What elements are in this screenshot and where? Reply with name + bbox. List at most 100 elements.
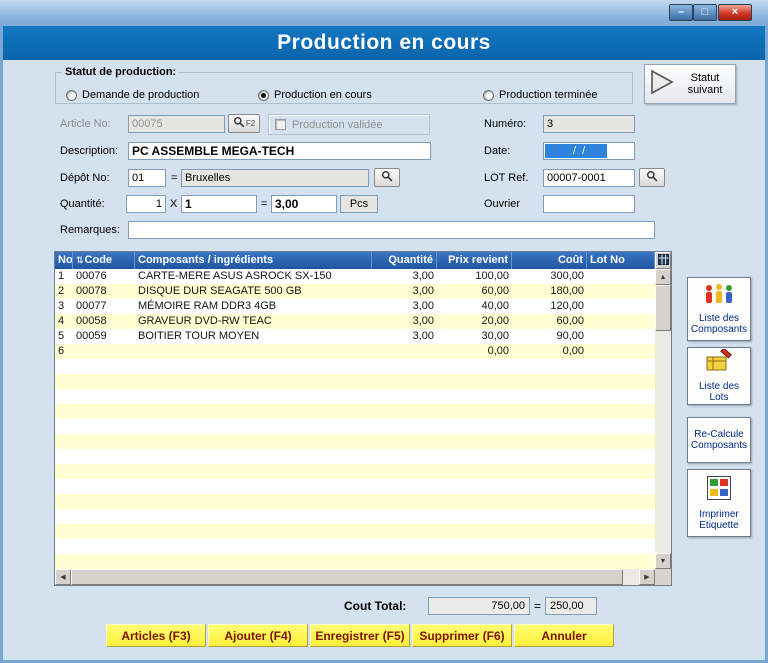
magnifier-icon [646, 169, 658, 187]
horizontal-scroll-thumb[interactable] [71, 569, 623, 585]
table-row[interactable] [55, 449, 655, 464]
minimize-button[interactable]: – [669, 4, 693, 21]
imprimer-etiquette-button[interactable]: Imprimer Etiquette [687, 469, 751, 537]
scrollbar-corner [655, 569, 671, 585]
table-row[interactable]: 6 0,00 0,00 [55, 344, 655, 359]
table-row[interactable] [55, 554, 655, 569]
table-cell: 00076 [76, 270, 107, 282]
table-cell [437, 554, 512, 569]
arrow-right-icon [649, 68, 675, 101]
table-row[interactable] [55, 539, 655, 554]
table-options-button[interactable] [655, 252, 671, 269]
column-header-cout[interactable]: Coût [512, 252, 587, 269]
scroll-down-button[interactable]: ▼ [655, 553, 671, 569]
next-status-button[interactable]: Statut suivant [644, 64, 736, 104]
depot-search-button[interactable] [374, 168, 400, 187]
table-row[interactable]: 2 00078 DISQUE DUR SEAGATE 500 GB 3,00 60,00… [55, 284, 655, 299]
table-row[interactable] [55, 389, 655, 404]
vertical-scroll-thumb[interactable] [655, 285, 671, 331]
production-validee-panel: Production validée [268, 114, 430, 135]
radio-production-terminee[interactable]: Production terminée [483, 89, 597, 101]
enregistrer-button[interactable]: Enregistrer (F5) [310, 624, 410, 647]
table-cell: 90,00 [556, 330, 584, 342]
table-row[interactable] [55, 494, 655, 509]
column-header-no[interactable]: No [55, 252, 73, 269]
cout-total-value: 750,00 [428, 597, 530, 615]
table-cell [372, 494, 437, 509]
quantite-equals-label: = [261, 198, 268, 210]
table-cell [372, 449, 437, 464]
radio-icon [258, 89, 269, 101]
table-cell [73, 479, 135, 494]
numero-input[interactable]: 3 [543, 115, 635, 133]
table-cell [437, 524, 512, 539]
radio-demande-production[interactable]: Demande de production [66, 89, 199, 101]
table-row[interactable] [55, 509, 655, 524]
quantite-v1-input[interactable]: 1 [126, 195, 166, 213]
article-search-button[interactable]: F2 [228, 114, 260, 133]
table-row[interactable]: 4 00058 GRAVEUR DVD-RW TEAC 3,00 20,00 60,00 [55, 314, 655, 329]
quantite-v2-input[interactable]: 1 [181, 195, 257, 213]
articles-button[interactable]: Articles (F3) [106, 624, 206, 647]
table-cell [587, 404, 655, 419]
lot-ref-input[interactable]: 00007-0001 [543, 169, 635, 187]
lot-search-button[interactable] [639, 168, 665, 187]
table-cell [437, 494, 512, 509]
remarques-input[interactable] [128, 221, 655, 239]
quantite-total-input[interactable]: 3,00 [271, 195, 337, 213]
table-row[interactable] [55, 419, 655, 434]
table-cell [73, 554, 135, 569]
table-cell: 6 [58, 345, 65, 357]
table-row[interactable]: 5 00059 BOITIER TOUR MOYEN 3,00 30,00 90,00 [55, 329, 655, 344]
close-button[interactable]: × [718, 4, 752, 21]
table-row[interactable] [55, 404, 655, 419]
footer-buttons: Articles (F3) Ajouter (F4) Enregistrer (… [106, 624, 614, 647]
table-row[interactable]: 3 00077 MÉMOIRE RAM DDR3 4GB 3,00 40,00 120,0… [55, 299, 655, 314]
column-header-quantite[interactable]: Quantité [372, 252, 437, 269]
table-cell [372, 434, 437, 449]
table-row[interactable] [55, 359, 655, 374]
table-cell: 3,00 [412, 315, 434, 327]
radio-production-en-cours[interactable]: Production en cours [258, 89, 372, 101]
scroll-right-button[interactable]: ▶ [639, 569, 655, 585]
maximize-button[interactable]: □ [693, 4, 717, 21]
horizontal-scrollbar[interactable]: ◀ ▶ [55, 569, 655, 585]
recalcule-composants-button[interactable]: Re-Calcule Composants [687, 417, 751, 463]
scroll-left-button[interactable]: ◀ [55, 569, 71, 585]
description-input[interactable]: PC ASSEMBLE MEGA-TECH [128, 142, 431, 160]
column-header-prix-revient[interactable]: Prix revient [437, 252, 512, 269]
table-row[interactable] [55, 524, 655, 539]
table-cell [135, 464, 372, 479]
column-header-code[interactable]: ⇅Code [73, 252, 135, 269]
table-row[interactable] [55, 464, 655, 479]
table-cell [512, 419, 587, 434]
annuler-button[interactable]: Annuler [514, 624, 614, 647]
table-cell [372, 554, 437, 569]
depot-no-input[interactable]: 01 [128, 169, 166, 187]
vertical-scrollbar[interactable]: ▲ ▼ [655, 252, 671, 569]
table-cell [512, 449, 587, 464]
date-input[interactable]: / / [543, 142, 635, 160]
liste-lots-button[interactable]: Liste des Lots [687, 347, 751, 405]
table-row[interactable]: 1 00076 CARTE-MERE ASUS ASROCK SX-150 3,00 1… [55, 269, 655, 284]
magnifier-icon [381, 169, 393, 187]
ajouter-button[interactable]: Ajouter (F4) [208, 624, 308, 647]
table-cell: 3,00 [412, 285, 434, 297]
table-cell [135, 494, 372, 509]
column-header-composants[interactable]: Composants / ingrédients [135, 252, 372, 269]
checkbox-icon[interactable] [275, 119, 286, 130]
depot-name-input[interactable]: Bruxelles [181, 169, 369, 187]
scroll-up-button[interactable]: ▲ [655, 269, 671, 285]
table-row[interactable] [55, 434, 655, 449]
table-row[interactable] [55, 479, 655, 494]
liste-composants-button[interactable]: Liste des Composants [687, 277, 751, 341]
article-no-input[interactable]: 00075 [128, 115, 225, 133]
table-cell [512, 539, 587, 554]
table-row[interactable] [55, 374, 655, 389]
table-cell: CARTE-MERE ASUS ASROCK SX-150 [138, 270, 332, 282]
supprimer-button[interactable]: Supprimer (F6) [412, 624, 512, 647]
table-cell: 00058 [76, 315, 107, 327]
column-header-lot-no[interactable]: Lot No [587, 252, 655, 269]
table-cell [437, 464, 512, 479]
ouvrier-input[interactable] [543, 195, 635, 213]
